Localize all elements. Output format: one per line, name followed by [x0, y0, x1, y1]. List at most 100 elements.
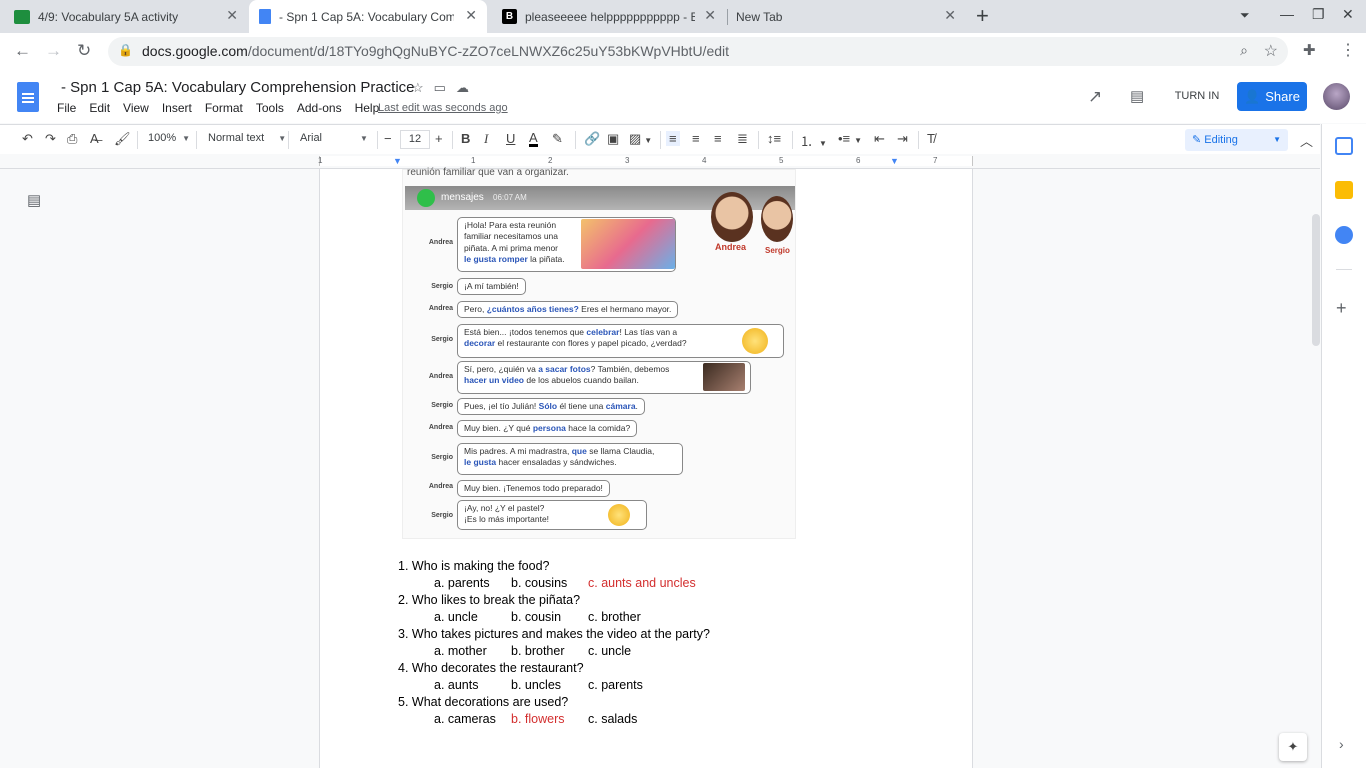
align-right-icon[interactable]: ≡ [714, 131, 722, 146]
new-tab-button[interactable]: + [976, 3, 989, 29]
extensions-puzzle-icon[interactable]: ✚ [1303, 41, 1316, 59]
close-window-button[interactable]: ✕ [1342, 6, 1354, 23]
answer-option[interactable]: a. parents [434, 576, 490, 590]
answer-option[interactable]: c. uncle [588, 644, 631, 658]
calendar-icon[interactable] [1335, 137, 1353, 155]
menu-edit[interactable]: Edit [89, 101, 110, 115]
undo-icon[interactable]: ↶ [22, 131, 33, 147]
share-button[interactable]: 👤 Share [1237, 82, 1307, 111]
align-center-icon[interactable]: ≡ [692, 131, 700, 146]
answer-option[interactable]: b. flowers [511, 712, 565, 726]
document-page[interactable]: reunión familiar que van a organizar. me… [319, 167, 973, 768]
address-bar[interactable]: 🔒 docs.google.com/document/d/18TYo9ghQgN… [108, 37, 1288, 66]
question-text[interactable]: 4. Who decorates the restaurant? [398, 661, 584, 675]
answer-option[interactable]: a. aunts [434, 678, 478, 692]
keep-icon[interactable] [1335, 181, 1353, 199]
restore-button[interactable]: ❐ [1312, 6, 1325, 23]
answer-option[interactable]: b. cousins [511, 576, 567, 590]
forward-arrow-icon[interactable]: → [45, 41, 62, 61]
underline-icon[interactable]: U [506, 131, 515, 146]
turn-in-button[interactable]: TURN IN [1166, 82, 1228, 110]
get-addons-icon[interactable]: + [1336, 298, 1347, 319]
answer-option[interactable]: c. aunts and uncles [588, 576, 696, 590]
close-icon[interactable]: ✕ [226, 7, 238, 24]
spellcheck-icon[interactable]: A̶ [90, 131, 99, 146]
question-text[interactable]: 5. What decorations are used? [398, 695, 568, 709]
answer-option[interactable]: a. uncle [434, 610, 478, 624]
answer-option[interactable]: b. brother [511, 644, 565, 658]
move-folder-icon[interactable]: ▭ [434, 80, 446, 96]
add-comment-icon[interactable]: ▣ [607, 131, 619, 147]
close-icon[interactable]: ✕ [704, 7, 716, 24]
clear-formatting-icon[interactable]: T̸ [927, 131, 935, 146]
answer-option[interactable]: c. parents [588, 678, 643, 692]
document-outline-icon[interactable]: ▤ [27, 191, 41, 209]
bold-icon[interactable]: B [461, 131, 470, 146]
avatar[interactable] [1323, 83, 1350, 110]
numbered-list-icon[interactable]: ⒈ ▼ [800, 131, 827, 150]
menu-tools[interactable]: Tools [256, 101, 284, 115]
answer-option[interactable]: b. uncles [511, 678, 561, 692]
back-arrow-icon[interactable]: ← [14, 41, 31, 61]
redo-icon[interactable]: ↷ [45, 131, 56, 147]
menu-view[interactable]: View [123, 101, 149, 115]
answer-option[interactable]: b. cousin [511, 610, 561, 624]
reload-icon[interactable]: ↻ [77, 41, 91, 61]
lock-icon[interactable]: 🔒 [118, 43, 133, 57]
align-left-icon[interactable]: ≡ [666, 131, 680, 146]
justify-icon[interactable]: ≣ [737, 131, 748, 147]
decrease-font-size-icon[interactable]: − [384, 131, 392, 146]
conversation-image[interactable]: reunión familiar que van a organizar. me… [402, 167, 796, 539]
answer-option[interactable]: a. mother [434, 644, 487, 658]
hide-side-panel-icon[interactable]: › [1339, 736, 1344, 752]
left-indent-marker-icon[interactable]: ▼ [393, 156, 402, 166]
cloud-status-icon[interactable]: ☁ [456, 80, 469, 96]
print-icon[interactable]: ⎙ [67, 131, 77, 147]
answer-option[interactable]: c. brother [588, 610, 641, 624]
paint-format-icon[interactable]: 🖌 [114, 131, 131, 147]
menu-format[interactable]: Format [205, 101, 243, 115]
font-size-input[interactable]: 12 [400, 130, 430, 149]
docs-home-icon[interactable] [17, 82, 39, 112]
editing-mode-select[interactable]: ✎ Editing ▼ [1185, 129, 1288, 151]
last-edit-link[interactable]: Last edit was seconds ago [378, 102, 508, 114]
tasks-icon[interactable] [1335, 226, 1353, 244]
activity-dashboard-icon[interactable]: ↗ [1088, 87, 1102, 107]
question-text[interactable]: 3. Who takes pictures and makes the vide… [398, 627, 710, 641]
italic-icon[interactable]: I [484, 131, 488, 147]
collapse-menus-icon[interactable]: ︿ [1300, 131, 1313, 150]
close-icon[interactable]: ✕ [944, 7, 956, 24]
tab-brainly[interactable]: B pleaseeeee helppppppppppp - Brainly ✕ [488, 0, 726, 33]
vertical-scrollbar[interactable] [1312, 214, 1320, 346]
zoom-icon[interactable]: ⌕ [1240, 42, 1248, 59]
bookmark-star-icon[interactable]: ☆ [1264, 41, 1278, 61]
question-text[interactable]: 2. Who likes to break the piñata? [398, 593, 580, 607]
tab-search-icon[interactable]: ⏷ [1240, 8, 1250, 23]
menu-help[interactable]: Help [355, 101, 380, 115]
tab-classroom[interactable]: 4/9: Vocabulary 5A activity ✕ [0, 0, 248, 33]
increase-font-size-icon[interactable]: + [435, 131, 443, 146]
comment-history-icon[interactable]: ▤ [1130, 87, 1144, 105]
close-icon[interactable]: ✕ [465, 7, 477, 24]
menu-file[interactable]: File [57, 101, 76, 115]
explore-icon[interactable]: ✦ [1279, 733, 1307, 761]
zoom-select[interactable]: 100% ▼ [148, 132, 190, 144]
answer-option[interactable]: c. salads [588, 712, 637, 726]
star-icon[interactable]: ☆ [412, 80, 424, 96]
right-indent-marker-icon[interactable]: ▼ [890, 156, 899, 166]
style-select[interactable]: Normal text ▼ [208, 132, 286, 144]
tab-docs[interactable]: - Spn 1 Cap 5A: Vocabulary Comprehension… [249, 0, 487, 33]
browser-menu-icon[interactable]: ⋮ [1340, 40, 1356, 60]
insert-link-icon[interactable]: 🔗 [584, 131, 600, 147]
highlight-color-icon[interactable]: ✎ [552, 131, 563, 147]
document-title[interactable]: - Spn 1 Cap 5A: Vocabulary Comprehension… [61, 79, 415, 96]
menu-insert[interactable]: Insert [162, 101, 192, 115]
answer-option[interactable]: a. cameras [434, 712, 496, 726]
line-spacing-icon[interactable]: ↕≡ [767, 131, 781, 146]
font-select[interactable]: Arial ▼ [300, 132, 368, 144]
menu-addons[interactable]: Add-ons [297, 101, 342, 115]
insert-image-icon[interactable]: ▨ ▼ [629, 131, 652, 147]
question-text[interactable]: 1. Who is making the food? [398, 559, 549, 573]
decrease-indent-icon[interactable]: ⇤ [874, 131, 885, 147]
text-color-icon[interactable]: A [529, 131, 538, 147]
